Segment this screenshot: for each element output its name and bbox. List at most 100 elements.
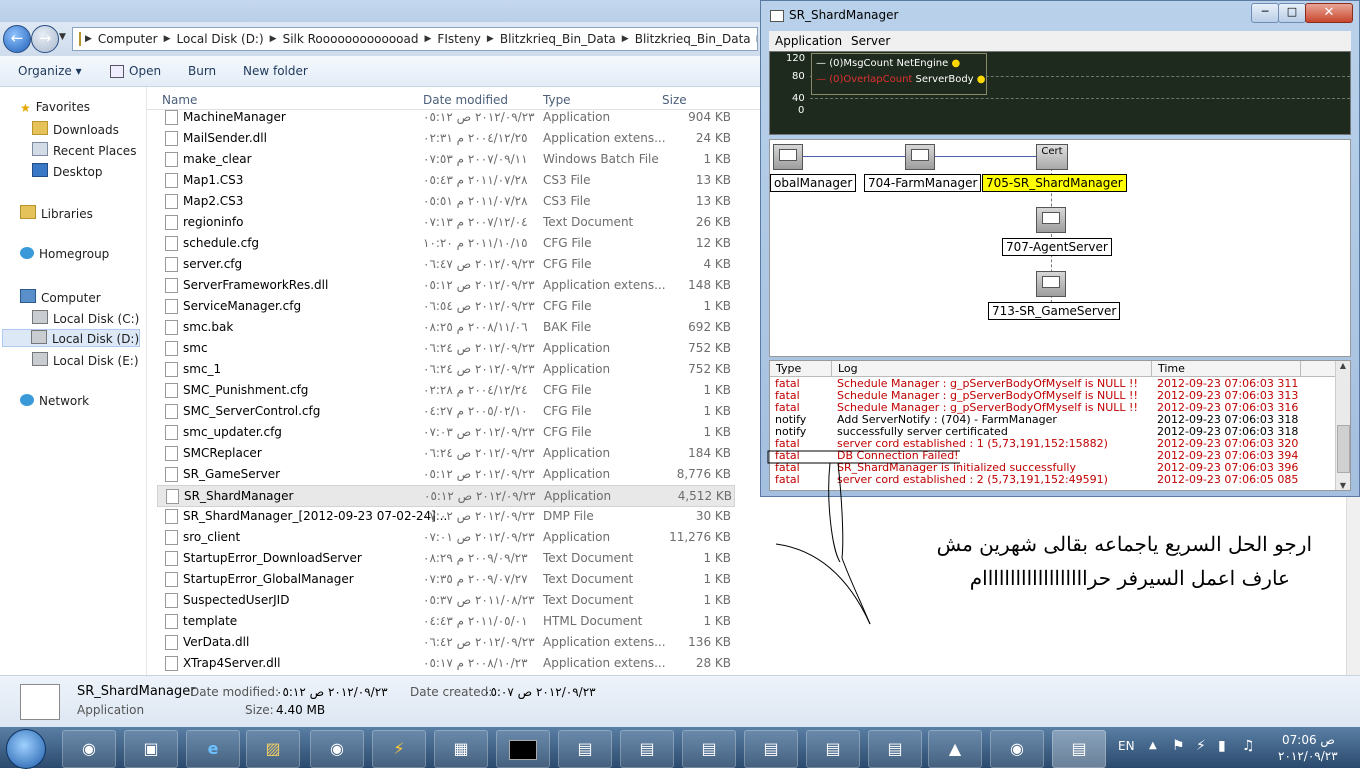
breadcrumb-item[interactable]: FIsteny — [431, 32, 487, 46]
node-shard-manager[interactable]: 705-SR_ShardManager — [982, 174, 1127, 192]
scroll-up-icon[interactable]: ▲ — [1336, 361, 1350, 370]
minimize-button[interactable]: ─ — [1251, 3, 1279, 23]
taskbar-window[interactable]: ▣ — [124, 730, 178, 768]
file-row[interactable]: smc ٢٠١٢/٠٩/٢٣ ص ٠٦:٢٤ Application 752 KB — [157, 338, 733, 358]
file-row[interactable]: Map1.CS3 ٢٠١١/٠٧/٢٨ م ٠٥:٤٣ CS3 File 13 KB — [157, 170, 733, 190]
taskbar-app[interactable]: ⚡ — [372, 730, 426, 768]
taskbar-server-window[interactable]: ▤ — [558, 730, 612, 768]
file-row[interactable]: sro_client ٢٠١٢/٠٩/٢٣ ص ٠٧:٠١ Application 1… — [157, 527, 733, 547]
taskbar-app[interactable]: ▦ — [434, 730, 488, 768]
burn-button[interactable]: Burn — [188, 64, 216, 78]
desktop-scrollbar[interactable] — [1346, 497, 1360, 675]
nav-homegroup[interactable]: Homegroup — [20, 247, 109, 261]
taskbar-picture-viewer[interactable]: ▲ — [928, 730, 982, 768]
file-row[interactable]: make_clear ٢٠٠٧/٠٩/١١ م ٠٧:٥٣ Windows Batc… — [157, 149, 733, 169]
nav-downloads[interactable]: Downloads — [32, 121, 119, 137]
scroll-thumb[interactable] — [1337, 425, 1350, 473]
column-header-size[interactable]: Size — [662, 93, 687, 107]
nav-disk-c[interactable]: Local Disk (C:) — [32, 310, 139, 326]
open-button[interactable]: Open — [129, 64, 161, 78]
file-row[interactable]: server.cfg ٢٠١٢/٠٩/٢٣ ص ٠٦:٤٧ CFG File 4 KB — [157, 254, 733, 274]
file-row[interactable]: template ٢٠١١/٠٥/٠١ م ٠٤:٤٣ HTML Document 1… — [157, 611, 733, 631]
node-farm-manager[interactable]: 704-FarmManager — [864, 174, 982, 192]
clock-time[interactable]: 07:06 ص — [1282, 733, 1335, 747]
file-row[interactable]: StartupError_GlobalManager ٢٠٠٩/٠٧/٢٧ م ٠… — [157, 569, 733, 589]
nav-computer[interactable]: Computer — [20, 289, 101, 305]
chevron-down-icon[interactable]: ▼ — [59, 32, 66, 42]
log-header-time[interactable]: Time — [1158, 362, 1185, 375]
file-row[interactable]: ServiceManager.cfg ٢٠١٢/٠٩/٢٣ ص ٠٦:٥٤ CFG … — [157, 296, 733, 316]
file-row[interactable]: smc_1 ٢٠١٢/٠٩/٢٣ ص ٠٦:٢٤ Application 752 KB — [157, 359, 733, 379]
file-row[interactable]: smc.bak ٢٠٠٨/١١/٠٦ م ٠٨:٢٥ BAK File 692 KB — [157, 317, 733, 337]
nav-network[interactable]: Network — [20, 394, 89, 408]
power-icon[interactable]: ⚡ — [1196, 738, 1206, 754]
log-header-log[interactable]: Log — [838, 362, 858, 375]
file-row[interactable]: MachineManager ٢٠١٢/٠٩/٢٣ ص ٠٥:١٢ Applicat… — [157, 107, 733, 127]
clock-date[interactable]: ٢٠١٢/٠٩/٢٣ — [1278, 749, 1338, 763]
nav-disk-e[interactable]: Local Disk (E:) — [32, 352, 139, 368]
taskbar-paint[interactable]: ◉ — [990, 730, 1044, 768]
menu-server[interactable]: Server — [851, 34, 890, 48]
taskbar-server-window[interactable]: ▤ — [744, 730, 798, 768]
organize-button[interactable]: Organize ▾ — [18, 64, 82, 78]
taskbar-server-window-active[interactable]: ▤ — [1052, 730, 1106, 768]
file-row[interactable]: Map2.CS3 ٢٠١١/٠٧/٢٨ م ٠٥:٥١ CS3 File 13 KB — [157, 191, 733, 211]
file-row[interactable]: StartupError_DownloadServer ٢٠٠٩/٠٩/٢٣ م … — [157, 548, 733, 568]
nav-favorites[interactable]: ★ Favorites — [20, 100, 90, 115]
file-row[interactable]: SMC_ServerControl.cfg ٢٠٠٥/٠٢/١٠ م ٠٤:٢٧ C… — [157, 401, 733, 421]
taskbar-cmd[interactable] — [496, 730, 550, 768]
taskbar-chrome[interactable]: ◉ — [62, 730, 116, 768]
taskbar-server-window[interactable]: ▤ — [682, 730, 736, 768]
network-signal-icon[interactable]: ▮ — [1218, 738, 1226, 754]
taskbar-server-window[interactable]: ▤ — [806, 730, 860, 768]
taskbar-server-window[interactable]: ▤ — [620, 730, 674, 768]
taskbar-server-window[interactable]: ▤ — [868, 730, 922, 768]
start-button[interactable] — [6, 729, 46, 769]
breadcrumb-item[interactable]: Silk Rooooooooooooad — [277, 32, 425, 46]
file-row[interactable]: SR_ShardManager ٢٠١٢/٠٩/٢٣ ص ٠٥:١٢ Applica… — [157, 485, 735, 507]
file-row[interactable]: SR_ShardManager_[2012-09-23 07-02-24]...… — [157, 506, 733, 526]
nav-recent-places[interactable]: Recent Places — [32, 142, 136, 158]
flag-icon[interactable]: ⚑ — [1172, 738, 1185, 754]
file-row[interactable]: VerData.dll ٢٠١٢/٠٩/٢٣ ص ٠٦:٤٢ Application… — [157, 632, 733, 652]
file-row[interactable]: ServerFrameworkRes.dll ٢٠١٢/٠٩/٢٣ ص ٠٥:١٢… — [157, 275, 733, 295]
nav-libraries[interactable]: Libraries — [20, 205, 93, 221]
volume-icon[interactable]: ♫ — [1242, 738, 1255, 754]
maximize-button[interactable]: □ — [1278, 3, 1306, 23]
back-button[interactable]: ← — [3, 25, 31, 53]
file-row[interactable]: regioninfo ٢٠٠٧/١٢/٠٤ م ٠٧:١٣ Text Documen… — [157, 212, 733, 232]
column-header-name[interactable]: Name — [162, 93, 197, 107]
node-game-server[interactable]: 713-SR_GameServer — [988, 302, 1121, 320]
file-row[interactable]: SMCReplacer ٢٠١٢/٠٩/٢٣ ص ٠٦:٢٤ Application… — [157, 443, 733, 463]
column-header-date[interactable]: Date modified — [423, 93, 508, 107]
log-header-type[interactable]: Type — [776, 362, 801, 375]
breadcrumb[interactable]: ▶ Computer ▶ Local Disk (D:) ▶ Silk Rooooo… — [72, 27, 758, 51]
taskbar-internet-explorer[interactable]: e — [186, 730, 240, 768]
close-button[interactable]: ✕ — [1305, 3, 1353, 23]
breadcrumb-item[interactable]: Blitzkrieq_Bin_Data — [494, 32, 622, 46]
taskbar-explorer[interactable]: ▨ — [246, 730, 300, 768]
breadcrumb-item[interactable]: Computer — [92, 32, 164, 46]
file-row[interactable]: XTrap4Server.dll ٢٠٠٨/١٠/٢٣ م ٠٥:١٧ Applic… — [157, 653, 733, 673]
language-indicator[interactable]: EN — [1118, 739, 1135, 753]
file-row[interactable]: MailSender.dll ٢٠٠٤/١٢/٢٥ م ٠٢:٣١ Applicat… — [157, 128, 733, 148]
node-global-manager[interactable]: obalManager — [770, 174, 857, 192]
file-row[interactable]: smc_updater.cfg ٢٠١٢/٠٩/٢٣ ص ٠٧:٠٣ CFG Fil… — [157, 422, 733, 442]
file-row[interactable]: SR_GameServer ٢٠١٢/٠٩/٢٣ ص ٠٥:١٢ Applicati… — [157, 464, 733, 484]
node-agent-server[interactable]: 707-AgentServer — [1002, 238, 1112, 256]
file-row[interactable]: schedule.cfg ٢٠١١/١٠/١٥ م ١٠:٢٠ CFG File 12… — [157, 233, 733, 253]
forward-button[interactable]: → — [31, 25, 59, 53]
nav-desktop[interactable]: Desktop — [32, 163, 103, 179]
nav-disk-d[interactable]: Local Disk (D:) — [2, 329, 140, 347]
show-hidden-icons-icon[interactable]: ▲ — [1149, 740, 1157, 751]
scroll-down-icon[interactable]: ▼ — [1336, 481, 1350, 490]
file-row[interactable]: SuspectedUserJID ٢٠١١/٠٨/٢٣ ص ٠٥:٣٧ Text D… — [157, 590, 733, 610]
column-header-type[interactable]: Type — [543, 93, 571, 107]
new-folder-button[interactable]: New folder — [243, 64, 308, 78]
taskbar-app[interactable]: ◉ — [310, 730, 364, 768]
log-scrollbar[interactable]: ▲ ▼ — [1335, 361, 1350, 490]
breadcrumb-item[interactable]: Local Disk (D:) — [171, 32, 270, 46]
file-row[interactable]: SMC_Punishment.cfg ٢٠٠٤/١٢/٢٤ م ٠٢:٢٨ CFG … — [157, 380, 733, 400]
breadcrumb-item[interactable]: Blitzkrieq_Bin_Data — [629, 32, 757, 46]
menu-application[interactable]: Application — [775, 34, 842, 48]
